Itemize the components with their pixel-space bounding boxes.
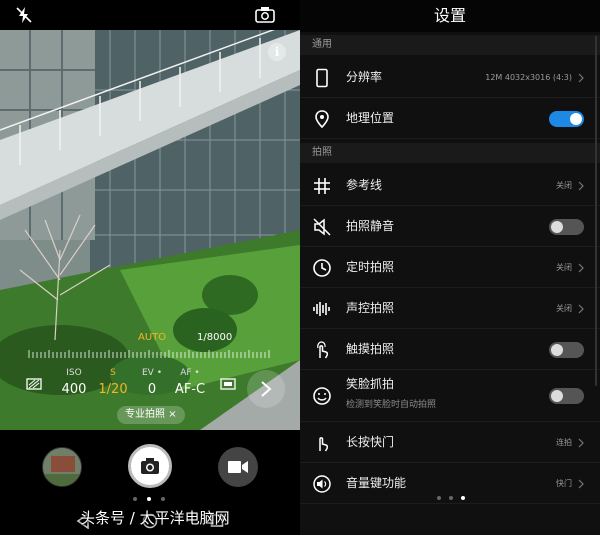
setting-title: 音量键功能 [346, 476, 407, 490]
setting-timer[interactable]: 定时拍照 关闭 [300, 247, 600, 288]
camera-screen: i AUTO 1/8000 ISO 400 S 1/20 EV • 0 AF •… [0, 0, 300, 535]
toggle-knob [551, 221, 563, 233]
video-record-button[interactable] [218, 447, 258, 487]
setting-value: 连拍 [556, 438, 572, 447]
setting-title: 拍照静音 [346, 219, 395, 233]
touch-icon [317, 341, 329, 359]
param-label: ISO [66, 368, 82, 378]
setting-title: 声控拍照 [346, 301, 395, 315]
page-title: 设置 [300, 0, 600, 32]
pro-mode-chip[interactable]: 专业拍照 × [117, 406, 185, 424]
page-dot [133, 497, 137, 501]
param-shutter[interactable]: S 1/20 [96, 366, 130, 400]
white-balance-icon[interactable] [220, 378, 236, 390]
gallery-thumbnail[interactable] [42, 447, 82, 487]
page-dot [449, 496, 453, 500]
chevron-right-icon [261, 381, 272, 397]
section-header-photo: 拍照 [300, 143, 600, 163]
chevron-right-icon [578, 479, 584, 489]
shutter-scale-value: 1/8000 [197, 332, 233, 343]
setting-value: 关闭 [556, 181, 572, 190]
metering-icon[interactable] [26, 378, 42, 390]
mode-chip-label: 专业拍照 [125, 409, 165, 420]
watermark-text: 头条号 / 太平洋电脑网 [80, 509, 230, 527]
setting-smile-capture[interactable]: 笑脸抓拍 检测到笑脸时自动拍照 [300, 370, 600, 422]
smile-capture-toggle[interactable] [549, 388, 584, 404]
section-header-general: 通用 [300, 35, 600, 55]
setting-resolution[interactable]: 分辨率 12M 4032x3016 (4:3) [300, 57, 600, 98]
setting-title: 参考线 [346, 178, 383, 192]
chevron-right-icon [578, 438, 584, 448]
setting-voice-control[interactable]: 声控拍照 关闭 [300, 288, 600, 329]
chevron-right-icon [578, 73, 584, 83]
grid-icon [314, 178, 330, 194]
page-dot [161, 497, 165, 501]
location-icon [315, 110, 329, 129]
param-ev[interactable]: EV • 0 [138, 366, 166, 400]
shutter-button[interactable] [128, 444, 172, 488]
setting-touch-capture[interactable]: 触摸拍照 [300, 329, 600, 370]
settings-page-indicator [437, 496, 467, 502]
setting-title: 触摸拍照 [346, 342, 395, 356]
camera-icon [141, 458, 159, 474]
chevron-right-icon [578, 304, 584, 314]
location-toggle[interactable] [549, 111, 584, 127]
setting-long-press-shutter[interactable]: 长按快门 连拍 [300, 422, 600, 463]
page-dot [437, 496, 441, 500]
toggle-knob [551, 390, 563, 402]
chevron-right-icon [578, 181, 584, 191]
toggle-knob [570, 113, 582, 125]
param-label: S [110, 368, 116, 378]
setting-location[interactable]: 地理位置 [300, 98, 600, 139]
video-camera-icon [228, 461, 248, 473]
setting-subtitle: 检测到笑脸时自动拍照 [346, 400, 437, 410]
param-value: 0 [147, 382, 157, 397]
metering-mode-label[interactable]: AUTO [138, 332, 166, 343]
touch-capture-toggle[interactable] [549, 342, 584, 358]
phone-icon [316, 68, 328, 88]
settings-scrollbar[interactable] [595, 36, 597, 386]
param-iso[interactable]: ISO 400 [60, 366, 88, 400]
page-dot-active [147, 497, 151, 501]
info-icon[interactable]: i [268, 43, 286, 61]
setting-title: 地理位置 [346, 111, 395, 125]
thumbnail-image [43, 448, 81, 486]
param-value: 400 [61, 382, 87, 397]
setting-grid[interactable]: 参考线 关闭 [300, 165, 600, 206]
setting-value: 关闭 [556, 304, 572, 313]
pro-expand-button[interactable] [247, 370, 285, 408]
switch-camera-icon[interactable] [254, 5, 276, 25]
mute-icon [313, 218, 331, 236]
setting-title: 分辨率 [346, 70, 383, 84]
long-press-icon [319, 437, 329, 452]
setting-value: 关闭 [556, 263, 572, 272]
smile-icon [313, 387, 331, 405]
page-dot-active [461, 496, 465, 500]
setting-title: 笑脸抓拍 [346, 377, 395, 391]
param-label: EV • [141, 368, 162, 378]
setting-title: 长按快门 [346, 435, 395, 449]
setting-title: 定时拍照 [346, 260, 395, 274]
param-label: AF • [180, 368, 200, 378]
close-icon[interactable]: × [168, 409, 176, 420]
settings-screen: 设置 通用 分辨率 12M 4032x3016 (4:3) 地理位置 拍照 参考… [300, 0, 600, 535]
param-value: 1/20 [98, 382, 128, 397]
setting-value: 快门 [556, 479, 572, 488]
toggle-knob [551, 344, 563, 356]
setting-mute[interactable]: 拍照静音 [300, 206, 600, 247]
pro-mode-panel: AUTO 1/8000 ISO 400 S 1/20 EV • 0 AF • A… [0, 330, 300, 430]
volume-key-icon [313, 475, 331, 493]
flash-off-icon[interactable] [14, 5, 34, 25]
chevron-right-icon [578, 263, 584, 273]
mute-toggle[interactable] [549, 219, 584, 235]
setting-value: 12M 4032x3016 (4:3) [485, 73, 572, 82]
shutter-scale-slider[interactable] [28, 350, 272, 358]
timer-icon [313, 259, 331, 277]
voice-wave-icon [313, 302, 330, 316]
camera-top-bar [0, 0, 300, 30]
param-value: AF-C [174, 382, 206, 397]
param-af[interactable]: AF • AF-C [172, 366, 208, 400]
